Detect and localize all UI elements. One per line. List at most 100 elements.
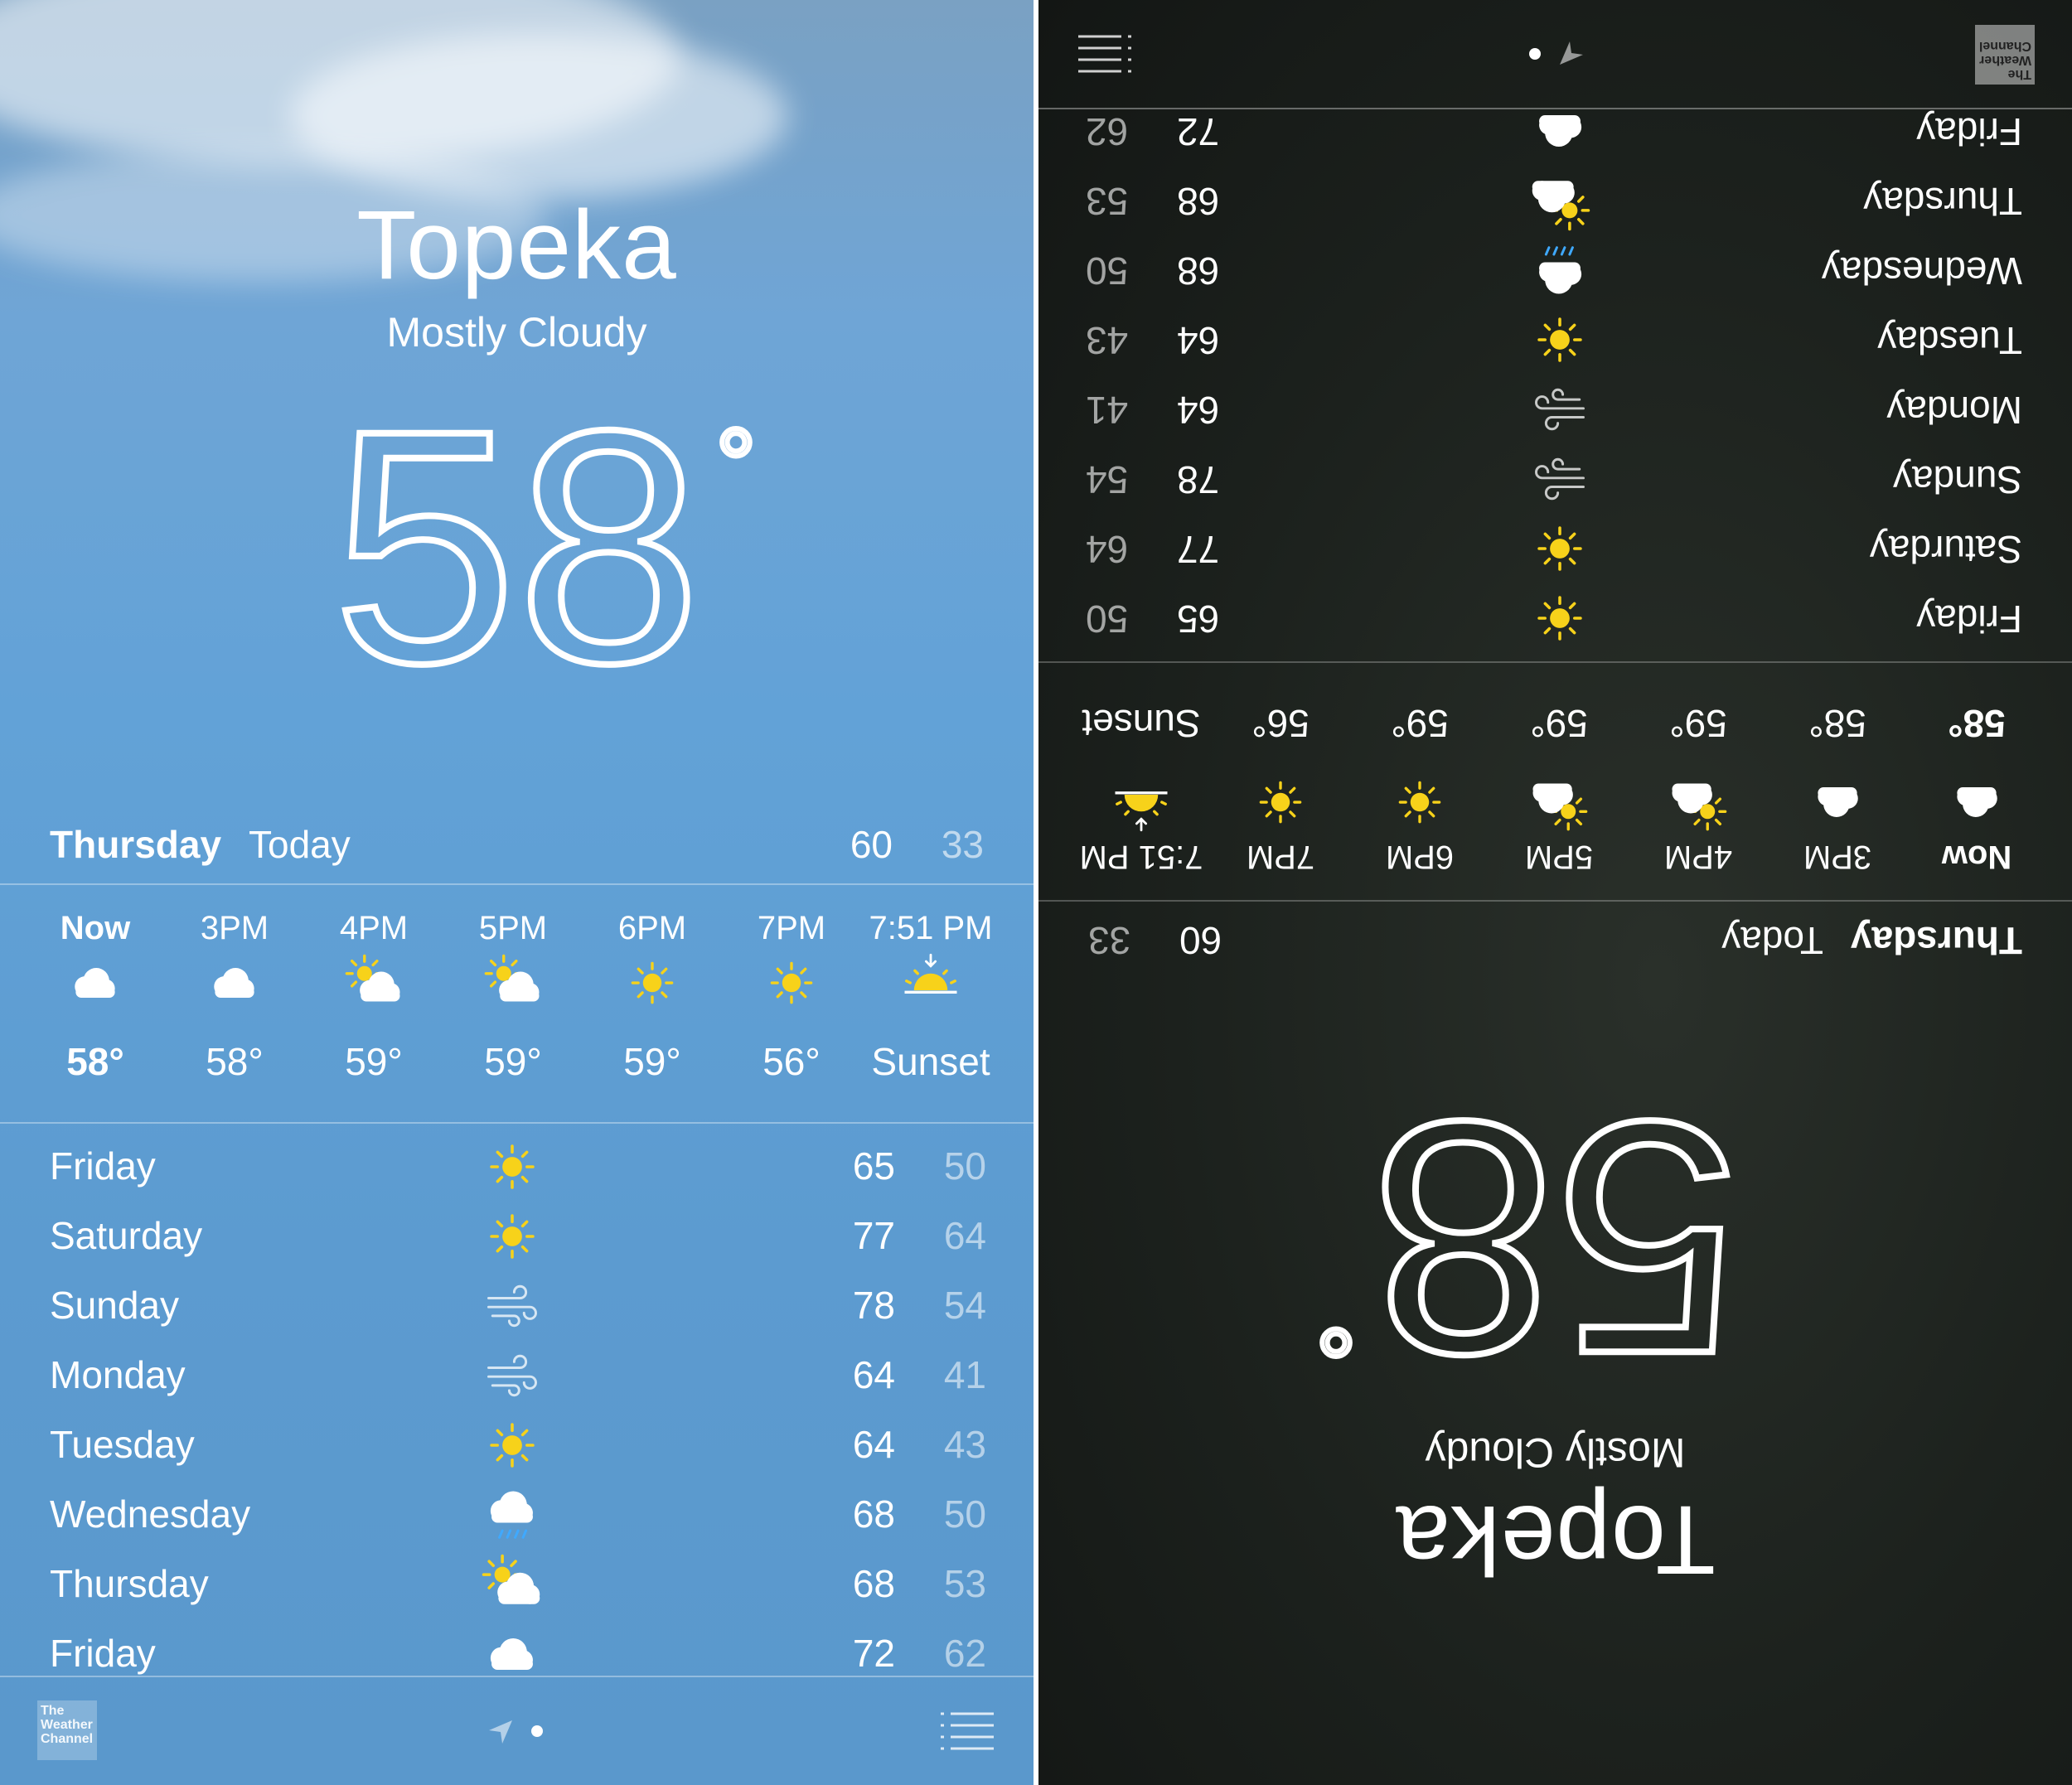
hour-label: 3PM — [1803, 839, 1872, 875]
list-icon[interactable] — [941, 1710, 994, 1752]
day-low: 54 — [1086, 458, 1129, 501]
page-indicator-dot[interactable] — [531, 1725, 543, 1737]
day-high: 64 — [852, 1423, 895, 1466]
footer-bar: The Weather Channel — [0, 1676, 1034, 1785]
page-indicator-dot[interactable] — [1529, 48, 1541, 60]
today-high: 60 — [1179, 919, 1222, 962]
hour-temperature: 59° — [1391, 702, 1449, 745]
sun-icon — [481, 1135, 547, 1205]
hour-temperature: 58° — [206, 1040, 264, 1083]
sun-icon — [590, 953, 714, 1028]
hour-label: 4PM — [339, 910, 409, 946]
day-name: Thursday — [50, 1562, 209, 1605]
hour-label: 6PM — [617, 910, 687, 946]
hour-label: 4PM — [1663, 839, 1733, 875]
hour-temperature: 58° — [1808, 702, 1866, 745]
day-name: Friday — [1916, 110, 2022, 153]
sun-icon — [1525, 580, 1591, 650]
day-low: 54 — [943, 1284, 986, 1327]
day-low: 50 — [943, 1144, 986, 1188]
hourly-item: Now 58° — [1915, 694, 2039, 882]
day-name: Monday — [1886, 389, 2022, 432]
condition-text: Mostly Cloudy — [386, 309, 647, 356]
day-low: 53 — [1086, 180, 1129, 223]
today-day: Thursday — [1850, 919, 2022, 962]
wind-icon — [1525, 441, 1591, 510]
sun-icon — [481, 1414, 547, 1483]
day-name: Wednesday — [50, 1492, 251, 1536]
hourly-forecast[interactable]: Now 58° 3PM 58° 4PM 59° 5PM 59° 6PM 59° 7PM 56° 7:51… — [1069, 683, 2039, 882]
city-name: Topeka — [356, 191, 677, 300]
day-high: 72 — [852, 1632, 895, 1675]
day-high: 68 — [1177, 180, 1220, 223]
hour-temperature: 56° — [762, 1040, 821, 1083]
day-high: 77 — [1177, 528, 1220, 571]
day-high: 77 — [852, 1214, 895, 1257]
day-name: Tuesday — [1877, 319, 2022, 362]
partly-sunny-icon — [1636, 757, 1760, 832]
list-icon[interactable] — [1078, 33, 1131, 75]
day-low: 53 — [943, 1562, 986, 1605]
sunset-icon — [869, 953, 993, 1028]
sun-icon — [1525, 510, 1591, 580]
partly-sunny-icon — [1497, 757, 1621, 832]
day-high: 64 — [1177, 389, 1220, 432]
hour-label: 6PM — [1385, 839, 1455, 875]
daily-row: Saturday 77 64 — [1086, 510, 2022, 580]
day-low: 64 — [1086, 528, 1129, 571]
rain-icon — [1525, 232, 1591, 302]
divider — [1038, 661, 2072, 663]
city-name: Topeka — [1395, 1485, 1716, 1594]
day-high: 64 — [852, 1353, 895, 1396]
hour-label: 7:51 PM — [1079, 839, 1203, 875]
weather-channel-logo[interactable]: The Weather Channel — [1975, 25, 2035, 85]
day-name: Friday — [50, 1144, 156, 1188]
hourly-item: 7:51 PM Sunset — [869, 903, 993, 1091]
hour-label: Now — [1941, 839, 2012, 875]
hour-label: 7PM — [1246, 839, 1315, 875]
day-name: Thursday — [1863, 180, 2022, 223]
wind-icon — [1525, 371, 1591, 441]
hour-label: 5PM — [1524, 839, 1594, 875]
today-label: Today — [249, 823, 351, 866]
day-high: 68 — [1177, 249, 1220, 293]
hourly-item: 5PM 59° — [451, 903, 575, 1091]
sun-icon — [1525, 302, 1591, 371]
daily-row: Monday 64 41 — [1086, 371, 2022, 441]
hourly-item: Now 58° — [33, 903, 157, 1091]
daily-row: Wednesday 68 50 — [50, 1483, 986, 1553]
day-low: 62 — [943, 1632, 986, 1675]
hourly-item: 6PM 59° — [590, 903, 714, 1091]
temperature-value: 58 — [1368, 1050, 1743, 1427]
rotated-content: Topeka Mostly Cloudy 58 ° Thursday Today … — [1038, 0, 2072, 1785]
daily-row: Sunday 78 54 — [1086, 441, 2022, 510]
partly-sunny-icon — [481, 1553, 547, 1623]
day-low: 62 — [1086, 110, 1129, 153]
day-name: Saturday — [1869, 528, 2022, 571]
condition-text: Mostly Cloudy — [1425, 1429, 1686, 1476]
daily-row: Tuesday 64 43 — [50, 1414, 986, 1483]
today-label: Today — [1721, 919, 1823, 962]
day-low: 50 — [943, 1492, 986, 1536]
daily-row: Monday 64 41 — [50, 1344, 986, 1414]
hourly-item: 7:51 PM Sunset — [1079, 694, 1203, 882]
day-name: Sunday — [50, 1284, 180, 1327]
hourly-item: 5PM 59° — [1497, 694, 1621, 882]
today-summary: Thursday Today 60 33 — [50, 822, 984, 880]
partly-sunny-icon — [451, 953, 575, 1028]
hour-temperature: Sunset — [1082, 702, 1201, 745]
hourly-item: 7PM 56° — [1218, 694, 1343, 882]
cloud-icon — [1915, 757, 2039, 832]
divider — [0, 883, 1034, 885]
location-arrow-icon[interactable] — [487, 1719, 514, 1745]
partly-sunny-icon — [312, 953, 436, 1028]
daily-row: Sunday 78 54 — [50, 1275, 986, 1344]
hour-temperature: 56° — [1251, 702, 1310, 745]
hour-temperature: Sunset — [871, 1040, 990, 1083]
hourly-forecast[interactable]: Now 58° 3PM 58° 4PM 59° 5PM 59° 6PM 59° 7PM 56° 7:51… — [33, 903, 1003, 1102]
daily-row: Friday 65 50 — [1086, 580, 2022, 650]
hour-temperature: 59° — [345, 1040, 403, 1083]
weather-channel-logo[interactable]: The Weather Channel — [37, 1700, 97, 1760]
location-arrow-icon[interactable] — [1558, 40, 1585, 66]
partly-sunny-icon — [1525, 162, 1591, 232]
